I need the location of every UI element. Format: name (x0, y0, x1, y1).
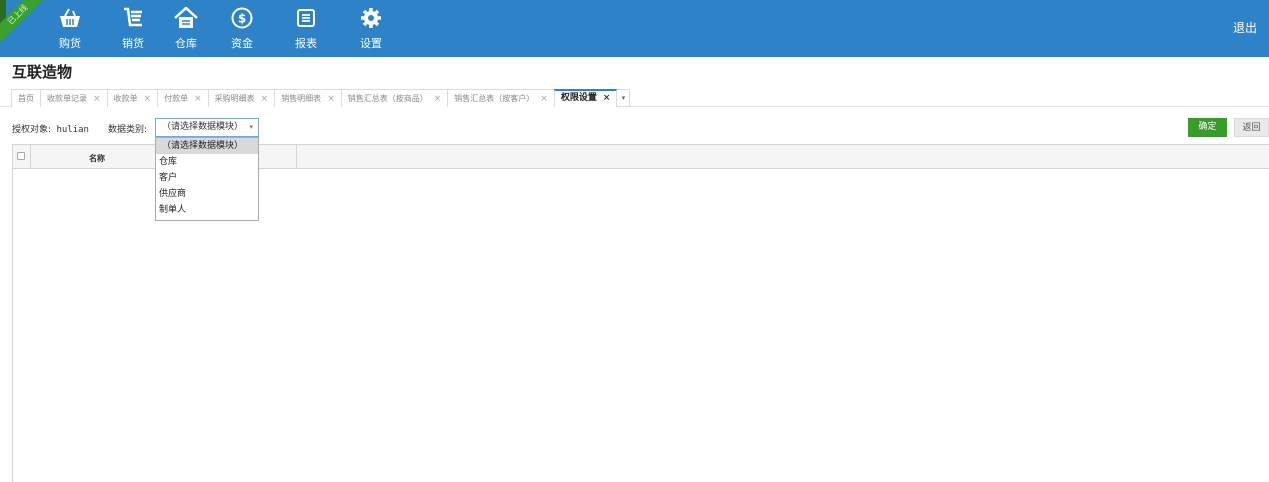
basket-icon (60, 8, 80, 27)
nav-label: 资金 (231, 37, 253, 50)
dropdown-option[interactable]: （请选择数据模块） (156, 138, 258, 154)
nav-item-purchase[interactable]: 购货 (40, 0, 100, 57)
tab-receipt-records[interactable]: 收款单记录 × (40, 89, 108, 107)
close-icon[interactable]: × (540, 94, 548, 104)
column-title: 名称 (89, 154, 105, 163)
nav-label: 仓库 (175, 37, 197, 50)
tab-sales-summary-customer[interactable]: 销售汇总表（按客户） × (447, 89, 555, 107)
corner-ribbon: 已上线 (0, 0, 44, 44)
tab-label: 权限设置 (560, 93, 597, 103)
close-icon[interactable]: × (194, 94, 202, 104)
nav-item-reports[interactable]: 报表 (276, 0, 336, 57)
dropdown-option[interactable]: 仓库 (156, 154, 258, 170)
tab-label: 付款单 (164, 94, 189, 103)
chevron-down-icon: ▾ (249, 123, 253, 131)
auth-target-label: 授权对象: (12, 125, 52, 135)
tab-permission-settings[interactable]: 权限设置 × (553, 89, 618, 107)
nav-item-funds[interactable]: $ 资金 (212, 0, 272, 57)
tab-label: 采购明细表 (214, 94, 255, 103)
svg-text:$: $ (238, 12, 246, 26)
back-button[interactable]: 返回 (1234, 118, 1269, 137)
tab-home[interactable]: 首页 (11, 89, 41, 107)
select-all-checkbox[interactable] (17, 152, 25, 160)
tab-label: 销售汇总表（按客户） (454, 94, 535, 103)
close-icon[interactable]: × (434, 94, 442, 104)
tab-sales-summary-product[interactable]: 销售汇总表（按商品） × (340, 89, 449, 107)
tab-label: 销售明细表 (281, 94, 322, 103)
auth-target-value: hulian (56, 125, 89, 135)
header-select-all (13, 145, 31, 169)
tab-label: 首页 (18, 94, 34, 103)
confirm-button[interactable]: 确定 (1188, 118, 1227, 137)
cart-icon (124, 7, 142, 27)
tab-label: 收款单 (113, 94, 138, 103)
nav-label: 销货 (122, 37, 144, 50)
data-type-label: 数据类别: (108, 125, 148, 135)
nav-label: 设置 (360, 37, 382, 50)
select-value: （请选择数据模块） (162, 122, 244, 132)
top-navbar: 已上线 购货 销货 仓库 $ 资金 报表 设置 退出 (0, 0, 1269, 57)
auth-target: 授权对象: hulian (12, 122, 89, 135)
tab-payment[interactable]: 付款单 × (157, 89, 209, 107)
report-icon (297, 9, 315, 27)
tab-bar: 首页 收款单记录 × 收款单 × 付款单 × 采购明细表 × 销售明细表 × 销售汇总表（… (11, 89, 631, 107)
nav-item-warehouse[interactable]: 仓库 (156, 0, 216, 57)
tab-more-dropdown[interactable]: ▾ (616, 89, 631, 107)
nav-label: 报表 (295, 37, 317, 50)
nav-label: 购货 (59, 37, 81, 50)
close-icon[interactable]: × (144, 94, 152, 104)
close-icon[interactable]: × (603, 93, 611, 103)
close-icon[interactable]: × (327, 94, 335, 104)
logout-link[interactable]: 退出 (1233, 19, 1257, 36)
dropdown-option[interactable]: 制单人 (156, 202, 258, 218)
tab-receipt[interactable]: 收款单 × (106, 89, 159, 107)
gear-icon (361, 8, 381, 28)
close-icon[interactable]: × (93, 94, 101, 104)
dropdown-option[interactable]: 客户 (156, 170, 258, 186)
close-icon[interactable]: × (261, 94, 269, 104)
tab-label: 收款单记录 (47, 94, 87, 103)
page-title: 互联造物 (12, 63, 73, 81)
data-type-dropdown-list: （请选择数据模块） 仓库 客户 供应商 制单人 (155, 137, 259, 221)
tab-label: 销售汇总表（按商品） (347, 94, 428, 103)
ribbon-label: 已上线 (0, 0, 44, 44)
dollar-icon: $ (231, 7, 253, 29)
tab-sales-detail[interactable]: 销售明细表 × (274, 89, 342, 107)
nav-item-settings[interactable]: 设置 (341, 0, 401, 57)
data-type-select[interactable]: （请选择数据模块） ▾ (155, 118, 259, 137)
dropdown-option[interactable]: 供应商 (156, 186, 258, 202)
nav-item-sales[interactable]: 销货 (103, 0, 163, 57)
tab-purchase-detail[interactable]: 采购明细表 × (207, 89, 276, 107)
warehouse-icon (174, 7, 198, 28)
